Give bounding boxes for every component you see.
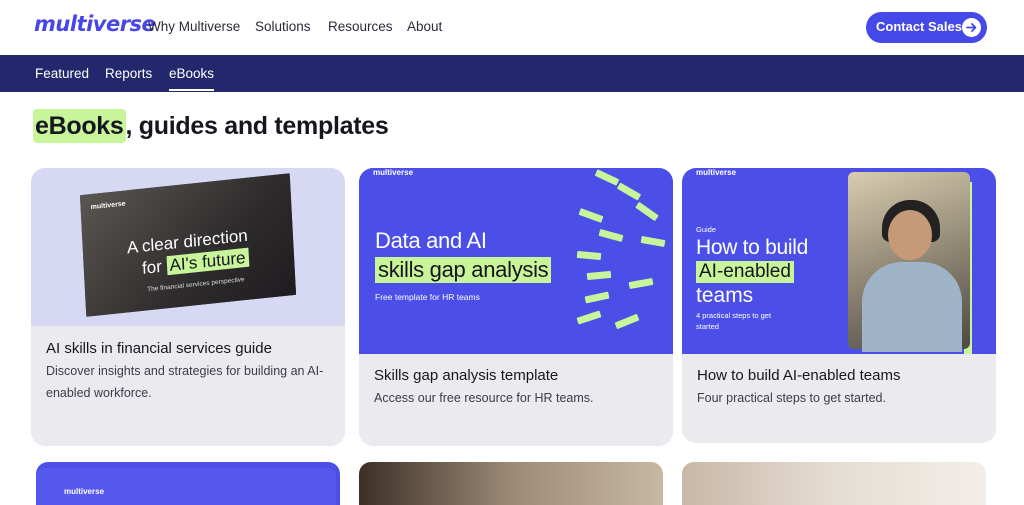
card-image-line2: skills gap analysis	[375, 257, 552, 283]
card-partial[interactable]	[682, 462, 986, 505]
decor-dash	[616, 182, 642, 201]
decor-dash	[576, 250, 602, 261]
cover-line2-pre: for	[141, 256, 168, 278]
ebook-cover: multiverse A clear direction for AI's fu…	[79, 173, 297, 317]
title-highlight: eBooks	[33, 109, 126, 143]
card-image: multiverse Data and AI skills gap analys…	[359, 168, 673, 354]
decor-dash	[614, 313, 640, 330]
nav-about[interactable]: About	[407, 19, 442, 34]
card-ai-enabled-teams[interactable]: multiverse Guide How to build AI-enabled…	[682, 168, 996, 443]
card-image-subtitle: 4 practical steps to get started	[696, 311, 772, 331]
decor-dash	[576, 310, 602, 325]
card-description: Discover insights and strategies for bui…	[46, 364, 324, 400]
decor-dash	[628, 277, 654, 290]
card-image-tag: Guide	[696, 225, 717, 234]
contact-sales-label: Contact Sales	[876, 19, 962, 34]
card-image-subtitle: Free template for HR teams	[375, 292, 480, 302]
decor-dash	[640, 235, 666, 248]
card-skills-gap-template[interactable]: multiverse Data and AI skills gap analys…	[359, 168, 673, 446]
card-title[interactable]: AI skills in financial services guide	[46, 340, 272, 357]
card-partial[interactable]	[359, 462, 663, 505]
card-partial[interactable]: multiverse	[36, 462, 340, 505]
card-image-brand: multiverse	[373, 168, 414, 177]
nav-why-multiverse[interactable]: Why Multiverse	[148, 19, 240, 34]
title-rest: , guides and templates	[125, 112, 389, 140]
card-image-line3: teams	[696, 284, 754, 307]
decor-dash	[584, 291, 610, 304]
card-description: Four practical steps to get started.	[697, 391, 886, 405]
card-description: Access our free resource for HR teams.	[374, 391, 594, 405]
card-ai-skills-financial[interactable]: multiverse A clear direction for AI's fu…	[31, 168, 345, 446]
photo-shirt	[862, 262, 962, 352]
card-image-line2: AI-enabled	[696, 261, 794, 283]
card-image-line1: Data and AI	[375, 228, 487, 253]
photo-face	[888, 210, 932, 260]
decor-dash	[598, 229, 624, 242]
card-title[interactable]: Skills gap analysis template	[374, 367, 558, 384]
card-partial-brand: multiverse	[64, 487, 105, 496]
nav-resources[interactable]: Resources	[328, 19, 393, 34]
contact-sales-button[interactable]: Contact Sales	[866, 12, 987, 43]
tab-ebooks[interactable]: eBooks	[169, 66, 215, 91]
decor-dash	[586, 270, 612, 281]
card-image: multiverse A clear direction for AI's fu…	[31, 168, 345, 326]
card-image-line1: How to build	[696, 236, 808, 259]
card-image-brand: multiverse	[696, 168, 737, 177]
card-title[interactable]: How to build AI-enabled teams	[697, 367, 900, 384]
decor-dash	[594, 169, 620, 186]
card-image: multiverse Guide How to build AI-enabled…	[682, 168, 996, 354]
decor-dash	[578, 208, 604, 223]
multiverse-logo[interactable]: multiverse	[34, 12, 156, 36]
person-photo	[848, 172, 970, 352]
nav-solutions[interactable]: Solutions	[255, 19, 311, 34]
tab-featured[interactable]: Featured	[35, 66, 89, 81]
top-navigation: multiverse Why Multiverse Solutions Reso…	[0, 0, 1024, 55]
decor-dash	[635, 201, 659, 222]
arrow-right-icon	[962, 18, 981, 37]
resource-subnav: Featured Reports eBooks	[0, 55, 1024, 92]
page-title: eBooks, guides and templates	[33, 109, 389, 143]
tab-reports[interactable]: Reports	[105, 66, 152, 81]
